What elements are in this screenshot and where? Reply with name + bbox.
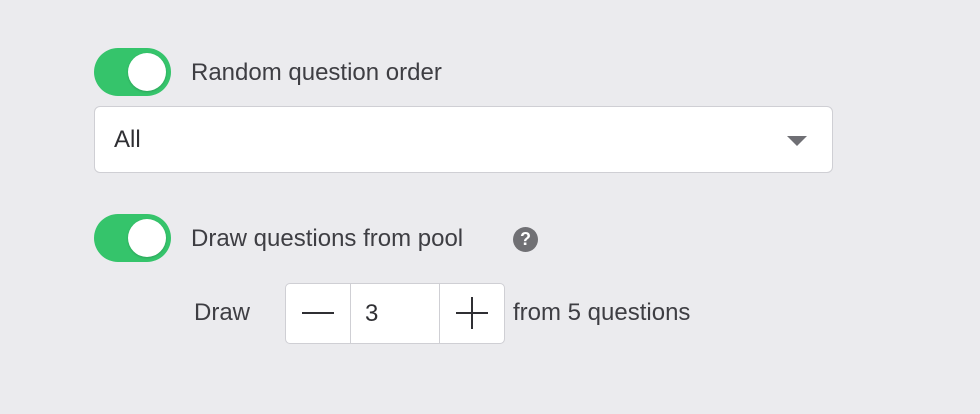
random-order-label: Random question order xyxy=(191,59,442,86)
pool-size-text: from 5 questions xyxy=(513,299,691,326)
question-circle-icon[interactable]: ? xyxy=(513,227,538,252)
question-order-select[interactable]: All xyxy=(94,106,833,173)
toggle-knob xyxy=(128,53,166,91)
draw-label: Draw xyxy=(194,299,251,326)
random-order-toggle[interactable] xyxy=(94,48,171,96)
draw-count-value[interactable]: 3 xyxy=(365,299,378,329)
decrement-button[interactable] xyxy=(286,284,351,343)
select-value: All xyxy=(114,126,141,153)
chevron-down-icon xyxy=(787,136,807,146)
draw-pool-label: Draw questions from pool xyxy=(191,225,464,252)
draw-pool-toggle[interactable] xyxy=(94,214,171,262)
draw-count-stepper: 3 xyxy=(285,283,505,344)
increment-button[interactable] xyxy=(439,284,504,343)
toggle-knob xyxy=(128,219,166,257)
minus-icon xyxy=(302,312,334,314)
